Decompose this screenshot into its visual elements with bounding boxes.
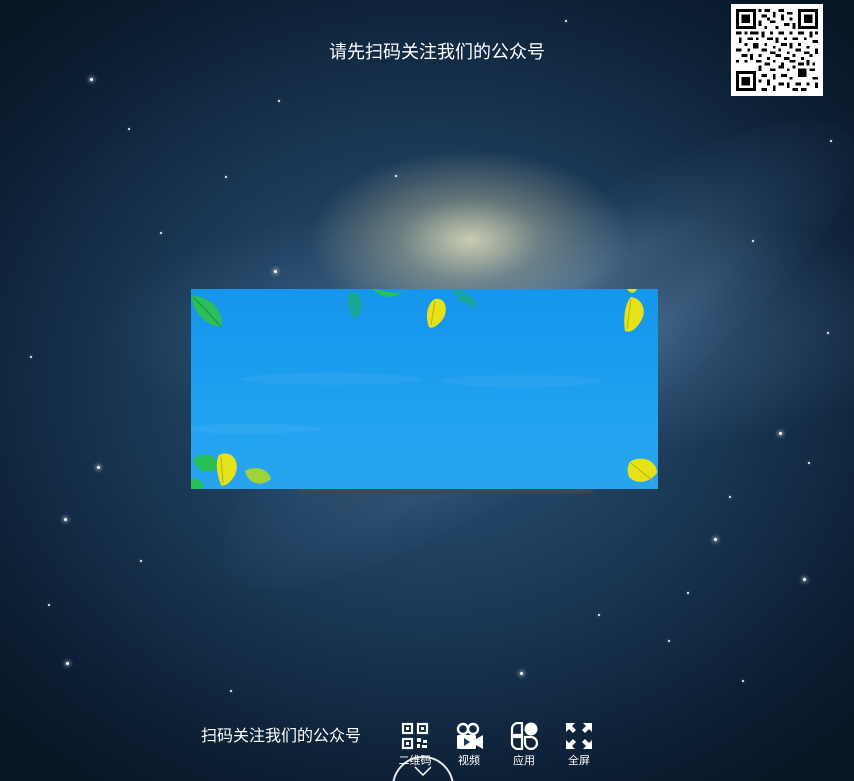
star (830, 140, 832, 142)
star (97, 466, 100, 469)
star (827, 332, 829, 334)
star (395, 175, 397, 177)
star (274, 270, 277, 273)
star (742, 680, 744, 682)
star (230, 690, 232, 692)
star (160, 232, 162, 234)
star (278, 100, 280, 102)
star (687, 592, 689, 594)
apps-icon (510, 722, 539, 750)
fullscreen-button-label: 全屏 (568, 754, 590, 767)
star (803, 578, 806, 581)
star (520, 672, 523, 675)
star (714, 538, 717, 541)
star (808, 462, 810, 464)
star (752, 240, 754, 242)
apps-button-label: 应用 (513, 754, 535, 767)
page-title: 请先扫码关注我们的公众号 (329, 42, 545, 63)
video-button[interactable]: 视频 (449, 722, 489, 776)
star (140, 560, 142, 562)
star (668, 640, 670, 642)
content-panel (191, 289, 658, 489)
star (48, 604, 50, 606)
apps-button[interactable]: 应用 (504, 722, 544, 776)
qr-icon (401, 722, 429, 750)
star (729, 496, 731, 498)
star (66, 662, 69, 665)
qr-code-image (731, 4, 823, 96)
star (30, 356, 32, 358)
star (598, 614, 600, 616)
star (565, 20, 567, 22)
video-icon (456, 722, 483, 749)
chevron-down-icon (414, 766, 432, 776)
fullscreen-icon (566, 723, 592, 749)
video-button-label: 视频 (458, 754, 480, 767)
follow-prompt-text: 扫码关注我们的公众号 (201, 726, 362, 745)
qr-code-icon (736, 9, 818, 91)
leaf-decoration (191, 289, 658, 489)
star (64, 518, 67, 521)
star (90, 78, 93, 81)
star (779, 432, 782, 435)
star (128, 128, 130, 130)
fullscreen-button[interactable]: 全屏 (559, 722, 599, 776)
star (225, 176, 227, 178)
space-background: 请先扫码关注我们的公众号 扫码关注我们的公众号 二维码 视频 应用 全屏 (0, 0, 854, 781)
